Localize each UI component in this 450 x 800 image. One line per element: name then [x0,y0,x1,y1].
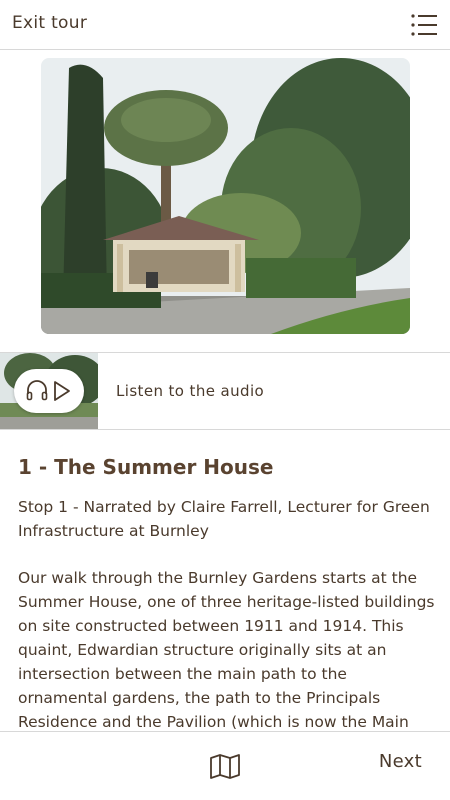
exit-tour-link[interactable]: Exit tour [12,13,87,33]
list-menu-icon[interactable] [410,12,438,38]
stop-description: Our walk through the Burnley Gardens sta… [18,569,435,730]
stop-subtitle: Stop 1 - Narrated by Claire Farrell, Lec… [18,498,430,540]
listen-audio-label[interactable]: Listen to the audio [116,382,264,400]
next-button[interactable]: Next [379,751,422,772]
play-audio-button[interactable] [14,369,84,413]
headphones-icon [26,380,48,401]
audio-row[interactable]: Listen to the audio [0,352,450,430]
play-icon [54,381,70,401]
stop-title: 1 - The Summer House [18,455,274,479]
summer-house-photo [41,58,410,334]
bottom-bar: Next [0,731,450,800]
map-icon[interactable] [209,753,241,779]
top-bar: Exit tour [0,0,450,50]
